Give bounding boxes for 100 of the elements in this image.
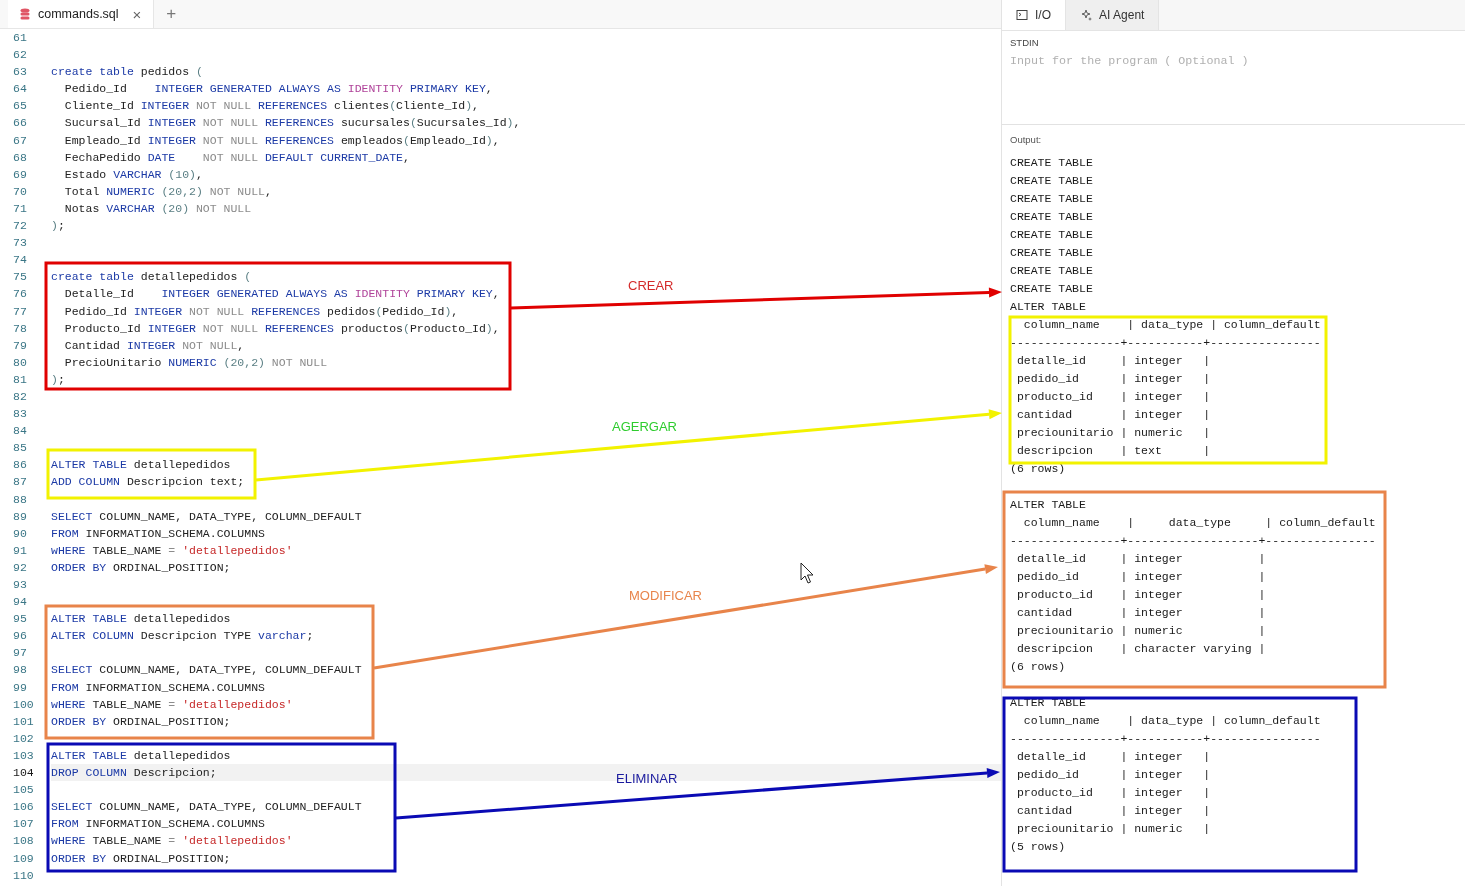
- output-line: ----------------+-----------+----------------: [1010, 731, 1322, 747]
- line-number: 101: [12, 713, 35, 730]
- line-number: 73: [12, 235, 28, 252]
- panel-tab[interactable]: I/O: [1002, 0, 1066, 30]
- line-number: 78: [12, 320, 28, 337]
- code-line: ORDER BY ORDINAL_POSITION;: [51, 713, 231, 730]
- output-line: cantidad | integer |: [1015, 407, 1212, 423]
- line-number: 94: [12, 594, 28, 611]
- code-line: Pedido_Id INTEGER GENERATED ALWAYS AS IDENTITY PRIMARY KEY,: [63, 81, 493, 98]
- output-line: ALTER TABLE: [1010, 299, 1087, 315]
- output-label: Output:: [1010, 134, 1043, 145]
- output-line: (6 rows): [1010, 461, 1067, 477]
- line-number: 69: [12, 166, 28, 183]
- close-tab-button[interactable]: ×: [126, 5, 142, 23]
- output-line: producto_id | integer |: [1015, 587, 1267, 603]
- output-line: pedido_id | integer |: [1015, 569, 1267, 585]
- line-number: 105: [12, 782, 35, 799]
- code-line: Empleado_Id INTEGER NOT NULL REFERENCES empleados(Empleado_Id),: [63, 132, 500, 149]
- line-number: 77: [12, 303, 28, 320]
- line-number: 107: [12, 816, 35, 833]
- line-number: 108: [12, 833, 35, 850]
- panel-tab[interactable]: AI Agent: [1066, 0, 1160, 30]
- line-number: 71: [12, 200, 28, 217]
- line-number: 67: [12, 132, 28, 149]
- code-line: ORDER BY ORDINAL_POSITION;: [51, 850, 231, 867]
- code-line: Estado VARCHAR (10),: [63, 166, 203, 183]
- line-number: 65: [12, 98, 28, 115]
- code-line: wHERE TABLE_NAME = 'detallepedidos': [51, 542, 293, 559]
- output-line: producto_id | integer |: [1015, 389, 1212, 405]
- annotation-label: ELIMINAR: [616, 771, 678, 787]
- output-line: CREATE TABLE: [1010, 227, 1094, 243]
- line-number: 109: [12, 850, 35, 867]
- line-number: 75: [12, 269, 28, 286]
- line-number: 72: [12, 218, 28, 235]
- line-number: 104: [12, 765, 35, 782]
- new-tab-button[interactable]: +: [154, 0, 189, 28]
- output-line: column_name | data_type | column_default: [1022, 515, 1377, 531]
- code-line: Cliente_Id INTEGER NOT NULL REFERENCES clientes(Cliente_Id),: [63, 98, 479, 115]
- code-line: Sucursal_Id INTEGER NOT NULL REFERENCES sucursales(Sucursales_Id),: [63, 115, 521, 132]
- output-line: descripcion | character varying |: [1015, 641, 1267, 657]
- output-line: CREATE TABLE: [1010, 209, 1094, 225]
- line-number: 97: [12, 645, 28, 662]
- line-number: 62: [12, 47, 28, 64]
- code-line: FROM INFORMATION_SCHEMA.COLUMNS: [51, 816, 265, 833]
- stdin-label: STDIN: [1010, 37, 1040, 48]
- code-line: ALTER TABLE detallepedidos: [51, 747, 231, 764]
- code-line: FROM INFORMATION_SCHEMA.COLUMNS: [51, 679, 265, 696]
- output-line: CREATE TABLE: [1010, 173, 1094, 189]
- output-line: preciounitario | numeric |: [1015, 821, 1212, 837]
- output-line: CREATE TABLE: [1010, 245, 1094, 261]
- output-line: preciounitario | numeric |: [1015, 425, 1212, 441]
- line-number: 95: [12, 611, 28, 628]
- code-line: Producto_Id INTEGER NOT NULL REFERENCES productos(Producto_Id),: [63, 320, 500, 337]
- line-number: 102: [12, 730, 35, 747]
- line-number: 74: [12, 252, 28, 269]
- line-number: 92: [12, 559, 28, 576]
- line-number: 76: [12, 286, 28, 303]
- line-number: 70: [12, 183, 28, 200]
- output-line: producto_id | integer |: [1015, 785, 1212, 801]
- line-number: 79: [12, 337, 28, 354]
- output-line: preciounitario | numeric |: [1015, 623, 1267, 639]
- output-line: column_name | data_type | column_default: [1022, 317, 1322, 333]
- output-line: cantidad | integer |: [1015, 605, 1267, 621]
- line-number: 110: [12, 867, 35, 884]
- output-line: CREATE TABLE: [1010, 155, 1094, 171]
- line-number: 82: [12, 388, 28, 405]
- code-line: );: [51, 371, 65, 388]
- output-line: pedido_id | integer |: [1015, 371, 1212, 387]
- code-line: ADD COLUMN Descripcion text;: [51, 474, 245, 491]
- output-line: detalle_id | integer |: [1015, 749, 1212, 765]
- terminal-icon: [1016, 9, 1028, 21]
- output-line: CREATE TABLE: [1010, 263, 1094, 279]
- file-tab[interactable]: commands.sql ×: [8, 0, 155, 28]
- line-number: 63: [12, 64, 28, 81]
- line-number: 98: [12, 662, 28, 679]
- output-line: descripcion | text |: [1015, 443, 1212, 459]
- output-line: pedido_id | integer |: [1015, 767, 1212, 783]
- code-line: SELECT COLUMN_NAME, DATA_TYPE, COLUMN_DEFAULT: [51, 508, 362, 525]
- output-line: CREATE TABLE: [1010, 191, 1094, 207]
- line-number: 106: [12, 799, 35, 816]
- code-line: DROP COLUMN Descripcion;: [51, 765, 217, 782]
- output-line: ALTER TABLE: [1010, 695, 1087, 711]
- line-number: 80: [12, 354, 28, 371]
- line-number: 68: [12, 149, 28, 166]
- line-number: 84: [12, 423, 28, 440]
- code-line: ALTER TABLE detallepedidos: [51, 457, 231, 474]
- output-line: ----------------+-------------------+----------------: [1010, 533, 1377, 549]
- line-number: 93: [12, 577, 28, 593]
- line-number: 103: [12, 747, 35, 764]
- mouse-pointer-icon: [800, 562, 814, 584]
- sparkle-icon: [1080, 9, 1092, 21]
- stdin-field[interactable]: Input for the program ( Optional ): [1010, 54, 1457, 68]
- output-line: ALTER TABLE: [1010, 497, 1087, 513]
- line-number: 91: [12, 542, 28, 559]
- line-number: 96: [12, 628, 28, 645]
- code-line: ORDER BY ORDINAL_POSITION;: [51, 559, 231, 576]
- code-line: FROM INFORMATION_SCHEMA.COLUMNS: [51, 525, 265, 542]
- code-line: Pedido_Id INTEGER NOT NULL REFERENCES pedidos(Pedido_Id),: [63, 303, 459, 320]
- line-number: 87: [12, 474, 28, 491]
- line-number: 81: [12, 371, 28, 388]
